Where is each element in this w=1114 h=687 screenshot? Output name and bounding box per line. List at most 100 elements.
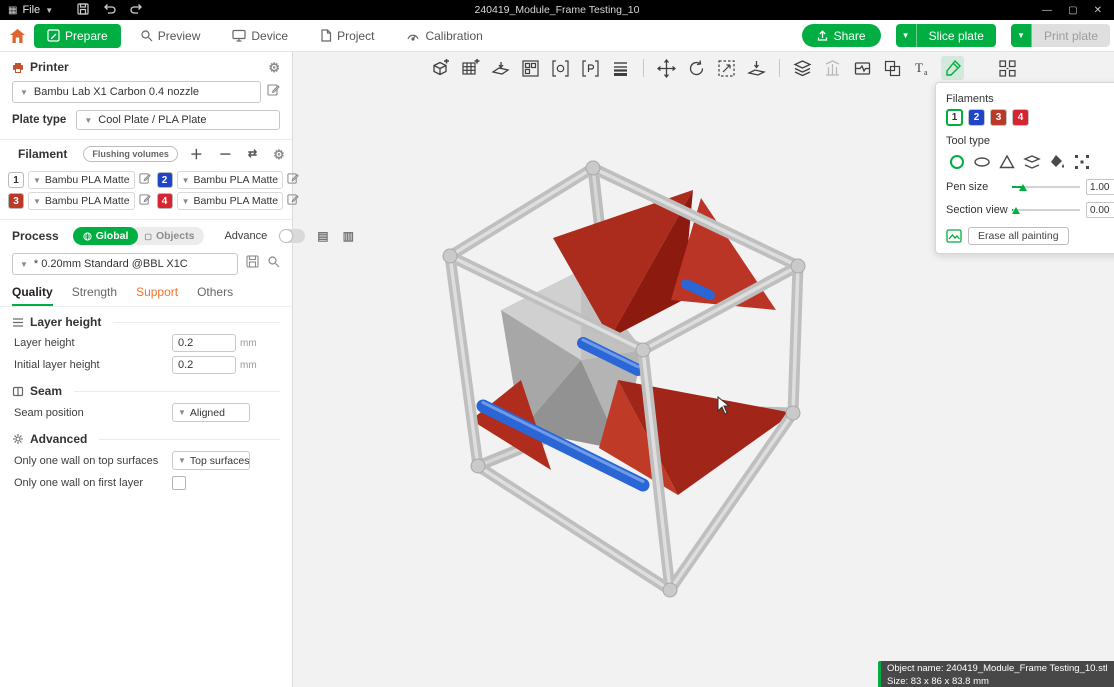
pen-size-slider[interactable] — [1012, 181, 1080, 193]
rotate-icon[interactable] — [685, 56, 708, 80]
filament-2-color-swatch[interactable]: 2 — [156, 172, 173, 188]
save-project-icon[interactable] — [77, 2, 89, 18]
edit-printer-preset-icon[interactable] — [267, 83, 280, 101]
section-view-slider[interactable] — [1012, 204, 1080, 216]
flushing-volumes-button[interactable]: Flushing volumes — [83, 146, 178, 162]
erase-all-painting-button[interactable]: Erase all painting — [968, 227, 1069, 245]
seam-painting-icon[interactable] — [851, 56, 874, 80]
tab-preview[interactable]: Preview — [127, 24, 214, 48]
one-wall-top-select[interactable]: ▼ Top surfaces — [172, 451, 250, 470]
process-tab-quality[interactable]: Quality — [12, 285, 53, 306]
print-plate-button[interactable]: Print plate — [1031, 24, 1110, 47]
file-menu[interactable]: ▦ File ▼ — [0, 0, 63, 20]
undo-icon[interactable] — [103, 3, 116, 18]
process-tab-others[interactable]: Others — [197, 285, 233, 306]
sphere-brush-tool-icon[interactable] — [971, 151, 992, 172]
layer-height-group-icon — [13, 317, 23, 327]
paint-filament-4-chip[interactable]: 4 — [1012, 109, 1029, 126]
tab-device[interactable]: Device — [219, 24, 301, 48]
flatten-icon[interactable] — [745, 56, 768, 80]
parameter-table-icon[interactable]: ▤ — [317, 230, 328, 242]
edit-filament-2-icon[interactable] — [287, 171, 299, 189]
filament-1-select[interactable]: ▼ Bambu PLA Matte — [28, 171, 135, 189]
filament-settings-gear-icon[interactable]: ⚙ — [273, 148, 285, 161]
share-button[interactable]: Share — [801, 24, 881, 47]
layers-icon[interactable] — [791, 56, 814, 80]
initial-layer-height-input[interactable]: 0.2 — [172, 356, 236, 374]
filament-3-color-swatch[interactable]: 3 — [8, 193, 24, 209]
auto-orient-icon[interactable] — [489, 56, 512, 80]
printer-preset-select[interactable]: ▼ Bambu Lab X1 Carbon 0.4 nozzle — [12, 81, 261, 103]
tab-prepare[interactable]: Prepare — [34, 23, 121, 48]
process-preset-select[interactable]: ▼ * 0.20mm Standard @BBL X1C — [12, 253, 238, 275]
process-objects-tab[interactable]: ▢ Objects — [130, 227, 205, 245]
minimize-button[interactable]: — — [1042, 5, 1052, 16]
process-global-tab[interactable]: Global — [72, 227, 139, 245]
variable-layer-height-icon[interactable] — [609, 56, 632, 80]
advance-label: Advance — [224, 230, 268, 242]
compare-presets-icon[interactable]: ▥ — [343, 230, 354, 242]
add-filament-icon[interactable]: ＋ — [190, 148, 203, 161]
tab-project[interactable]: Project — [307, 24, 387, 48]
paint-filament-2-chip[interactable]: 2 — [968, 109, 985, 126]
mesh-boolean-icon[interactable] — [881, 56, 904, 80]
add-plate-icon[interactable] — [459, 56, 482, 80]
search-icon[interactable] — [267, 255, 280, 273]
filament-2-select[interactable]: ▼ Bambu PLA Matte — [176, 171, 284, 189]
text-tool-icon[interactable]: Ta — [911, 56, 934, 80]
assembly-view-icon[interactable] — [996, 56, 1019, 80]
scale-icon[interactable] — [715, 56, 738, 80]
maximize-button[interactable]: ▢ — [1068, 5, 1077, 16]
filament-3-name: Bambu PLA Matte — [44, 195, 130, 207]
section-view-row: Section view 0.00 — [946, 202, 1114, 218]
paint-filament-3-chip[interactable]: 3 — [990, 109, 1007, 126]
arrange-icon[interactable] — [519, 56, 542, 80]
process-tab-support[interactable]: Support — [136, 285, 178, 306]
gap-fill-tool-icon[interactable] — [1071, 151, 1092, 172]
filament-1-color-swatch[interactable]: 1 — [8, 172, 24, 188]
support-painting-icon[interactable] — [821, 56, 844, 80]
edit-filament-3-icon[interactable] — [138, 192, 151, 210]
layer-height-input[interactable]: 0.2 — [172, 334, 236, 352]
height-range-tool-icon[interactable] — [1021, 151, 1042, 172]
add-object-icon[interactable] — [429, 56, 452, 80]
tab-calibration[interactable]: Calibration — [393, 24, 495, 48]
print-options-caret[interactable]: ▼ — [1010, 24, 1032, 47]
ams-sync-icon[interactable]: ⇄ — [248, 148, 257, 160]
section-view-input[interactable]: 0.00 — [1086, 202, 1114, 218]
split-to-parts-icon[interactable] — [579, 56, 602, 80]
model-3d-frame-object[interactable] — [431, 150, 861, 625]
edit-filament-4-icon[interactable] — [287, 192, 299, 210]
seam-group-title: Seam — [30, 384, 63, 398]
move-icon[interactable] — [655, 56, 678, 80]
one-wall-first-checkbox[interactable] — [172, 475, 186, 490]
triangle-brush-tool-icon[interactable] — [996, 151, 1017, 172]
filament-3-select[interactable]: ▼ Bambu PLA Matte — [28, 192, 135, 210]
filament-list: 1 ▼ Bambu PLA Matte 2 ▼ Bambu PLA Matte … — [0, 167, 299, 212]
viewport-3d[interactable]: Ta Filaments 1 2 3 4 Tool type Pen size … — [293, 52, 1114, 687]
split-to-objects-icon[interactable] — [549, 56, 572, 80]
close-button[interactable]: ✕ — [1094, 5, 1102, 16]
chevron-down-icon: ▼ — [20, 259, 28, 269]
filament-4-select[interactable]: ▼ Bambu PLA Matte — [176, 192, 284, 210]
home-button[interactable] — [9, 28, 26, 44]
edit-filament-1-icon[interactable] — [138, 171, 151, 189]
fill-tool-icon[interactable] — [1046, 151, 1067, 172]
seam-position-select[interactable]: ▼ Aligned — [172, 403, 250, 422]
color-painting-icon[interactable] — [941, 56, 964, 80]
process-tab-strength[interactable]: Strength — [72, 285, 117, 306]
save-preset-icon[interactable] — [246, 255, 259, 273]
remove-filament-icon[interactable]: － — [219, 148, 232, 161]
advance-toggle[interactable] — [279, 229, 306, 243]
printer-settings-gear-icon[interactable]: ⚙ — [268, 61, 280, 74]
plate-type-select[interactable]: ▼ Cool Plate / PLA Plate — [76, 110, 280, 130]
paint-filament-1-chip[interactable]: 1 — [946, 109, 963, 126]
circle-brush-tool-icon[interactable] — [946, 151, 967, 172]
redo-icon[interactable] — [130, 3, 143, 18]
filament-4-color-swatch[interactable]: 4 — [156, 193, 173, 209]
filament-item-4: 4 ▼ Bambu PLA Matte — [156, 192, 300, 210]
pen-size-input[interactable]: 1.00 — [1086, 179, 1114, 195]
slice-plate-button[interactable]: Slice plate — [916, 24, 996, 47]
one-wall-top-label: Only one wall on top surfaces — [14, 454, 159, 467]
slice-options-caret[interactable]: ▼ — [895, 24, 917, 47]
